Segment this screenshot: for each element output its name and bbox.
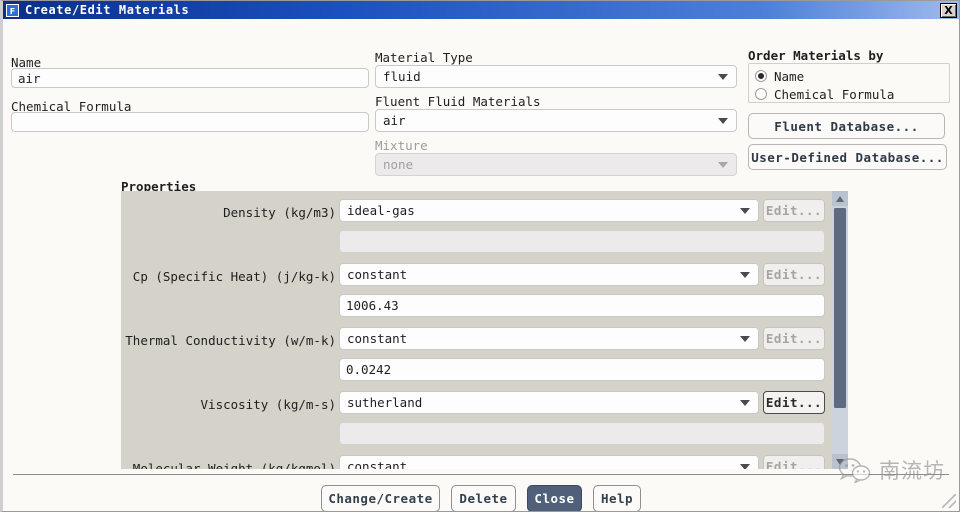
chevron-down-icon [740,207,750,214]
dialog-content: Name air Chemical Formula Material Type … [3,19,959,511]
close-icon[interactable]: X [940,2,957,18]
help-button[interactable]: Help [593,485,641,511]
chevron-down-icon [718,161,728,168]
footer-button-bar: Change/Create Delete Close Help [3,485,959,511]
footer-separator [13,474,949,475]
material-type-label: Material Type [375,50,473,65]
property-label-cp: Cp (Specific Heat) (j/kg-k) [132,269,336,284]
mixture-label: Mixture [375,138,428,153]
edit-button-density: Edit... [763,199,825,222]
scroll-down-icon[interactable] [832,454,848,469]
chevron-down-icon [718,73,728,80]
close-button[interactable]: Close [527,485,582,511]
property-method-molecular-weight[interactable]: constant [339,455,759,469]
mixture-value: none [383,157,414,172]
chemical-formula-input[interactable] [11,112,369,132]
properties-scrollbar[interactable] [832,191,848,469]
property-label-molecular-weight: Molecular Weight (kg/kgmol) [132,461,336,469]
properties-panel: Density (kg/m3) ideal-gas Edit... Cp (Sp… [121,191,848,469]
edit-button-molecular-weight: Edit... [763,455,825,469]
property-method-density[interactable]: ideal-gas [339,199,759,222]
triangle-up-icon [836,195,844,202]
edit-button-thermal-conductivity: Edit... [763,327,825,350]
scroll-up-icon[interactable] [832,191,848,206]
property-value-thermal-conductivity[interactable]: 0.0242 [339,358,825,381]
property-value-density [339,230,825,253]
resize-grip-icon[interactable] [942,494,956,508]
property-label-viscosity: Viscosity (kg/m-s) [200,397,336,412]
property-method-value-thermal-conductivity: constant [347,331,408,346]
fluent-fluid-materials-label: Fluent Fluid Materials [375,94,541,109]
property-label-density: Density (kg/m3) [223,205,336,220]
radio-order-by-name[interactable]: Name [755,67,949,85]
chevron-down-icon [740,399,750,406]
name-input[interactable]: air [11,68,369,88]
watermark: 南流坊 [838,455,945,485]
radio-order-by-chemical-formula[interactable]: Chemical Formula [755,85,949,103]
material-type-value: fluid [383,69,421,84]
create-edit-materials-window: F Create/Edit Materials X Name air Chemi… [0,0,960,512]
fluent-app-icon: F [6,3,19,17]
fluent-fluid-materials-dropdown[interactable]: air [375,109,737,132]
mixture-dropdown: none [375,153,737,176]
property-method-value-density: ideal-gas [347,203,415,218]
scrollbar-thumb[interactable] [834,208,846,408]
property-value-viscosity [339,422,825,445]
property-method-cp[interactable]: constant [339,263,759,286]
triangle-down-icon [836,458,844,465]
property-method-value-viscosity: sutherland [347,395,423,410]
chevron-down-icon [740,463,750,469]
property-method-thermal-conductivity[interactable]: constant [339,327,759,350]
edit-button-viscosity[interactable]: Edit... [763,391,825,414]
radio-order-by-chemical-formula-label: Chemical Formula [774,86,895,102]
fluent-fluid-materials-value: air [383,113,406,128]
order-materials-by-group: Name Chemical Formula [748,63,950,103]
chevron-down-icon [718,117,728,124]
property-method-value-molecular-weight: constant [347,459,408,469]
change-create-button[interactable]: Change/Create [321,485,440,511]
material-type-dropdown[interactable]: fluid [375,65,737,88]
watermark-text: 南流坊 [879,459,945,483]
window-title: Create/Edit Materials [25,3,190,17]
radio-order-by-name-label: Name [774,68,805,84]
chevron-down-icon [740,271,750,278]
property-value-cp[interactable]: 1006.43 [339,294,825,317]
property-method-viscosity[interactable]: sutherland [339,391,759,414]
radio-icon-unselected [755,88,767,100]
window-titlebar[interactable]: F Create/Edit Materials X [3,1,959,19]
property-label-thermal-conductivity: Thermal Conductivity (w/m-k) [125,333,336,348]
edit-button-cp: Edit... [763,263,825,286]
radio-icon-selected [755,70,767,82]
fluent-database-button[interactable]: Fluent Database... [748,113,945,139]
order-materials-by-label: Order Materials by [748,48,884,63]
delete-button[interactable]: Delete [451,485,516,511]
chevron-down-icon [740,335,750,342]
property-method-value-cp: constant [347,267,408,282]
user-defined-database-button[interactable]: User-Defined Database... [748,144,947,170]
